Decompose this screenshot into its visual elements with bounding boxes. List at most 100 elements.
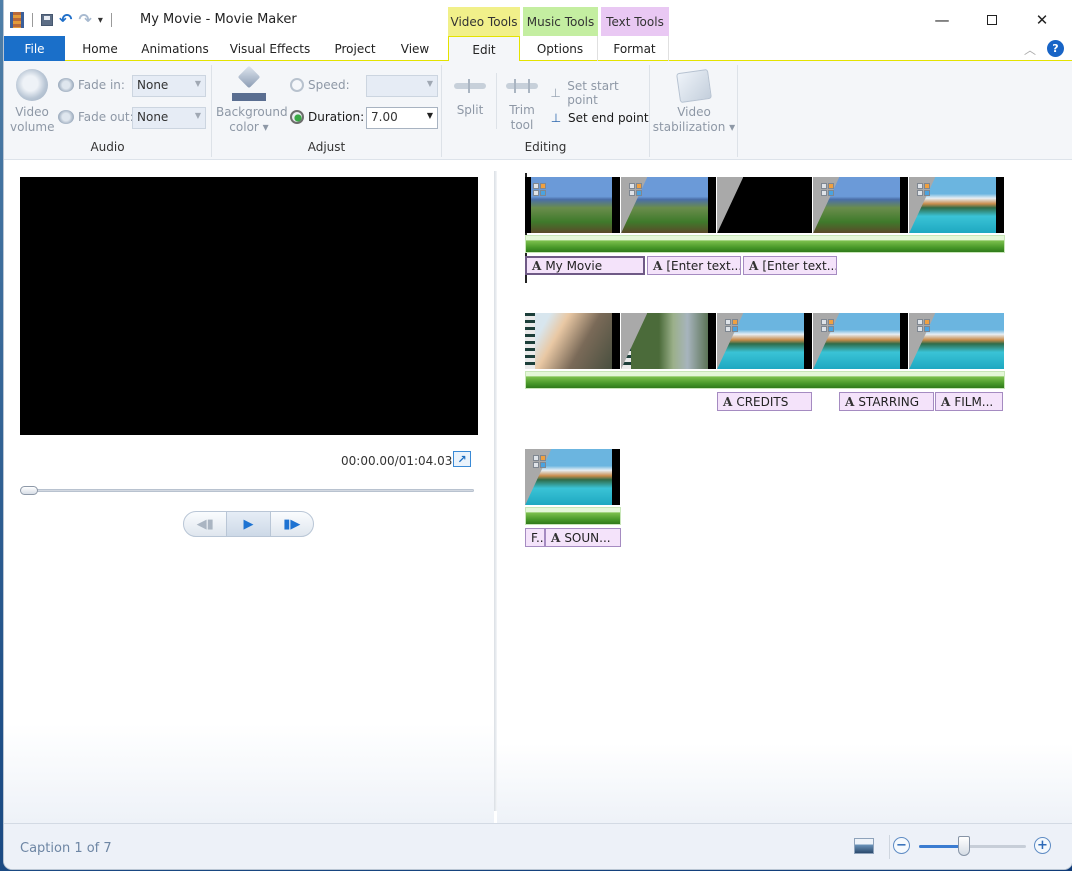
minimize-icon: — <box>934 11 950 29</box>
fade-in-value: None <box>137 78 169 92</box>
caption-text-icon: A <box>749 258 759 273</box>
preview-pane: 00:00.00/01:04.03 ↗ ◀▮ ▶ ▮▶ <box>4 161 494 823</box>
caption-item[interactable]: A FILM... <box>935 392 1003 411</box>
video-clip-mountain[interactable] <box>813 177 909 233</box>
caption-text: STARRING <box>858 394 920 409</box>
tab-format[interactable]: Format <box>601 36 669 61</box>
statusbar-separator <box>889 835 890 859</box>
video-stabilization-label: Video <box>677 105 711 119</box>
tab-options[interactable]: Options <box>523 36 598 61</box>
fade-out-select[interactable]: None ▼ <box>132 107 206 129</box>
caption-text: My Movie <box>545 258 603 273</box>
context-group-video-tools: Video Tools <box>448 7 520 36</box>
video-clip-black[interactable] <box>717 177 813 233</box>
context-group-text-tools: Text Tools <box>601 7 669 36</box>
video-clip-lake[interactable] <box>525 449 621 505</box>
next-frame-button[interactable]: ▮▶ <box>271 512 313 536</box>
fade-out-row: Fade out: <box>58 110 134 124</box>
customize-qat-dropdown-icon[interactable]: ▾ <box>98 15 103 26</box>
plus-icon: + <box>1037 838 1048 853</box>
thumbnail-size-icon[interactable] <box>854 838 874 854</box>
visual-effect-icon <box>533 455 547 468</box>
caption-item[interactable]: A My Movie <box>525 256 645 275</box>
video-preview[interactable] <box>20 177 478 435</box>
video-clip-mountain[interactable] <box>621 177 717 233</box>
video-clip-lake[interactable] <box>717 313 813 369</box>
close-button[interactable]: ✕ <box>1019 8 1065 32</box>
tab-file[interactable]: File <box>4 36 65 61</box>
video-clip-couple[interactable] <box>525 313 621 369</box>
visual-effect-icon <box>821 183 835 196</box>
letterbox <box>612 177 620 233</box>
video-volume-button[interactable]: Video volume <box>10 69 54 135</box>
zoom-slider-track[interactable] <box>919 845 1026 848</box>
video-clip-mountain[interactable] <box>525 177 621 233</box>
zoom-slider-thumb[interactable] <box>957 836 970 856</box>
set-end-point-button[interactable]: ⊥ Set end point <box>548 111 649 125</box>
caption-text: CREDITS <box>736 394 789 409</box>
seek-slider-thumb[interactable] <box>20 486 38 495</box>
previous-frame-button[interactable]: ◀▮ <box>184 512 228 536</box>
background-color-label: Background <box>216 105 288 119</box>
speed-select[interactable]: ▼ <box>366 75 438 97</box>
caption-item[interactable]: A STARRING <box>839 392 934 411</box>
caption-item[interactable]: A [Enter text... <box>743 256 837 275</box>
next-frame-icon: ▮▶ <box>283 516 301 532</box>
tab-animations[interactable]: Animations <box>134 36 216 61</box>
chevron-down-icon: ▼ <box>426 111 433 120</box>
redo-icon[interactable]: ↷ <box>78 12 91 28</box>
fullscreen-preview-button[interactable]: ↗ <box>453 451 471 467</box>
ribbon-group-audio: Video volume Fade in: None ▼ Fade out: N… <box>4 65 212 157</box>
audio-group-label: Audio <box>90 140 125 154</box>
letterbox <box>996 177 1004 233</box>
qat-separator <box>32 13 33 27</box>
window-title: My Movie - Movie Maker <box>140 12 297 27</box>
video-stabilization-button[interactable]: Video stabilization ▾ <box>650 68 738 135</box>
title-bar: ↶ ↷ ▾ My Movie - Movie Maker Video Tools… <box>4 0 1072 38</box>
caption-item[interactable]: A SOUN... <box>545 528 621 547</box>
help-icon[interactable]: ? <box>1047 40 1064 57</box>
save-icon[interactable] <box>41 14 53 26</box>
minimize-button[interactable]: — <box>919 8 965 32</box>
tab-project[interactable]: Project <box>326 36 384 61</box>
video-clip-lake[interactable] <box>909 177 1005 233</box>
tab-edit[interactable]: Edit <box>448 36 520 62</box>
letterbox <box>708 177 716 233</box>
split-button[interactable]: Split <box>448 69 492 118</box>
caption-item[interactable]: A [Enter text... <box>647 256 741 275</box>
transition-icon[interactable] <box>621 313 647 369</box>
background-color-button[interactable]: Background color ▾ <box>216 65 288 135</box>
audio-waveform[interactable] <box>525 235 1005 253</box>
collapse-ribbon-icon[interactable]: ︿ <box>1024 41 1036 58</box>
set-start-point-button[interactable]: ⊥ Set start point <box>548 79 649 107</box>
duration-select[interactable]: 7.00 ▼ <box>366 107 438 129</box>
quick-access-toolbar: ↶ ↷ ▾ <box>10 10 114 30</box>
transition-icon[interactable] <box>717 177 743 233</box>
video-clip-lake[interactable] <box>813 313 909 369</box>
fade-in-select[interactable]: None ▼ <box>132 75 206 97</box>
movie-maker-app-icon[interactable] <box>10 12 24 28</box>
caption-text-icon: A <box>723 394 733 409</box>
audio-waveform[interactable] <box>525 507 621 525</box>
maximize-icon <box>987 15 997 25</box>
tab-visual-effects[interactable]: Visual Effects <box>222 36 318 61</box>
speed-icon <box>290 78 304 92</box>
duration-icon <box>290 110 304 124</box>
trim-label-2: tool <box>510 118 534 132</box>
audio-waveform[interactable] <box>525 371 1005 389</box>
zoom-out-button[interactable]: − <box>893 837 910 854</box>
video-clip-man[interactable] <box>621 313 717 369</box>
trim-tool-button[interactable]: Trim tool <box>500 69 544 133</box>
visual-effect-icon <box>917 319 931 332</box>
undo-icon[interactable]: ↶ <box>59 12 72 28</box>
video-clip-lake[interactable] <box>909 313 1005 369</box>
caption-item[interactable]: F.. <box>525 528 545 547</box>
caption-item[interactable]: A CREDITS <box>717 392 812 411</box>
tab-home[interactable]: Home <box>70 36 130 61</box>
seek-slider-track[interactable] <box>22 489 474 492</box>
tab-view[interactable]: View <box>390 36 440 61</box>
play-icon: ▶ <box>243 516 254 532</box>
maximize-button[interactable] <box>969 8 1015 32</box>
zoom-in-button[interactable]: + <box>1034 837 1051 854</box>
play-button[interactable]: ▶ <box>227 512 271 536</box>
